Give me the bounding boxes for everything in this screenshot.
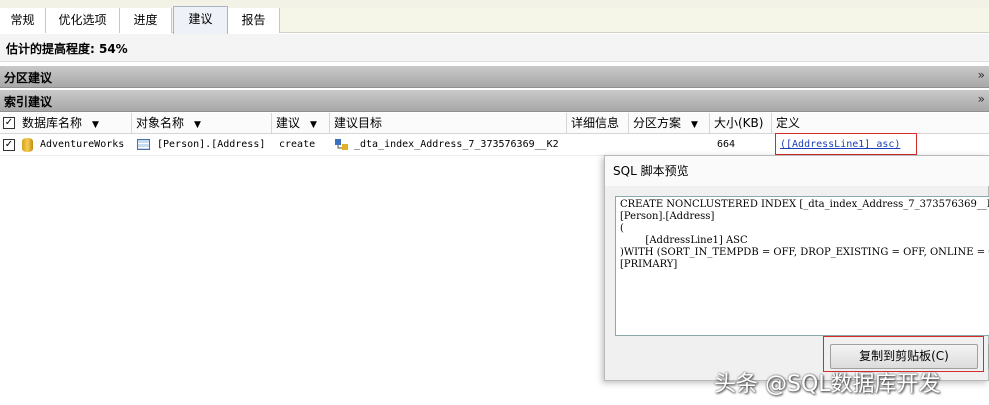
row-select-checkbox[interactable]: ✓ [3, 139, 15, 151]
column-size[interactable]: 大小(KB) [710, 113, 772, 134]
column-label: 定义 [776, 116, 801, 130]
cell-database: AdventureWorks [40, 139, 125, 150]
column-label: 详细信息 [571, 116, 620, 130]
index-icon [335, 139, 348, 150]
column-label: 建议 [276, 116, 301, 130]
tab-reports[interactable]: 报告 [228, 8, 280, 33]
watermark-text: 头条 @SQL数据库开发 [714, 372, 941, 397]
column-label: 分区方案 [633, 116, 682, 130]
column-target[interactable]: 建议目标 [330, 113, 567, 134]
filter-dropdown-icon[interactable]: ▼ [310, 120, 317, 130]
column-object-name[interactable]: 对象名称 ▼ [132, 113, 272, 134]
index-recommendations-title: 索引建议 [4, 95, 53, 109]
partition-recommendations-header[interactable]: 分区建议 » [0, 66, 989, 88]
tab-general[interactable]: 常规 [0, 8, 46, 33]
filter-dropdown-icon[interactable]: ▼ [92, 120, 99, 130]
cell-target: _dta_index_Address_7_373576369__K2 [354, 139, 559, 150]
cell-details [570, 134, 628, 156]
cell-object: [Person].[Address] [157, 139, 266, 150]
partition-recommendations-title: 分区建议 [4, 71, 53, 85]
column-definition[interactable]: 定义 [772, 113, 989, 134]
column-details[interactable]: 详细信息 [567, 113, 629, 134]
estimate-bar: 估计的提高程度: 54% [0, 34, 989, 62]
definition-highlight-box [775, 133, 917, 155]
cell-partition-scheme [632, 134, 708, 156]
table-icon [137, 139, 150, 150]
column-database-name[interactable]: 数据库名称 ▼ [18, 113, 132, 134]
tab-tuning-options[interactable]: 优化选项 [46, 8, 120, 33]
collapse-chevron-icon[interactable]: » [978, 68, 985, 82]
recommendations-grid-header: ✓ 数据库名称 ▼ 对象名称 ▼ 建议 ▼ 建议目标 详细信息 分区方案 ▼ 大小(KB… [0, 113, 989, 134]
tab-progress[interactable]: 进度 [120, 8, 172, 33]
column-label: 数据库名称 [22, 116, 83, 130]
column-recommendation[interactable]: 建议 ▼ [272, 113, 330, 134]
tab-bar-top-strip [0, 0, 989, 8]
sql-script-textbox[interactable]: CREATE NONCLUSTERED INDEX [_dta_index_Ad… [615, 196, 989, 336]
collapse-chevron-icon[interactable]: » [978, 92, 985, 106]
tab-bar: 常规 优化选项 进度 建议 报告 [0, 0, 989, 34]
column-label: 建议目标 [334, 116, 383, 130]
cell-recommendation: create [279, 139, 316, 150]
column-label: 对象名称 [136, 116, 185, 130]
index-recommendations-header[interactable]: 索引建议 » [0, 90, 989, 112]
estimated-improvement-text: 估计的提高程度: 54% [6, 42, 128, 56]
sql-script-preview-dialog: SQL 脚本预览 CREATE NONCLUSTERED INDEX [_dta… [604, 155, 989, 381]
select-all-checkbox[interactable]: ✓ [3, 117, 15, 129]
cell-size: 664 [717, 139, 736, 150]
column-label: 大小(KB) [714, 116, 764, 130]
tab-recommendations[interactable]: 建议 [173, 6, 228, 34]
dialog-title: SQL 脚本预览 [605, 156, 989, 186]
column-partition-scheme[interactable]: 分区方案 ▼ [629, 113, 710, 134]
database-icon [22, 138, 33, 152]
filter-dropdown-icon[interactable]: ▼ [691, 120, 698, 130]
filter-dropdown-icon[interactable]: ▼ [194, 120, 201, 130]
